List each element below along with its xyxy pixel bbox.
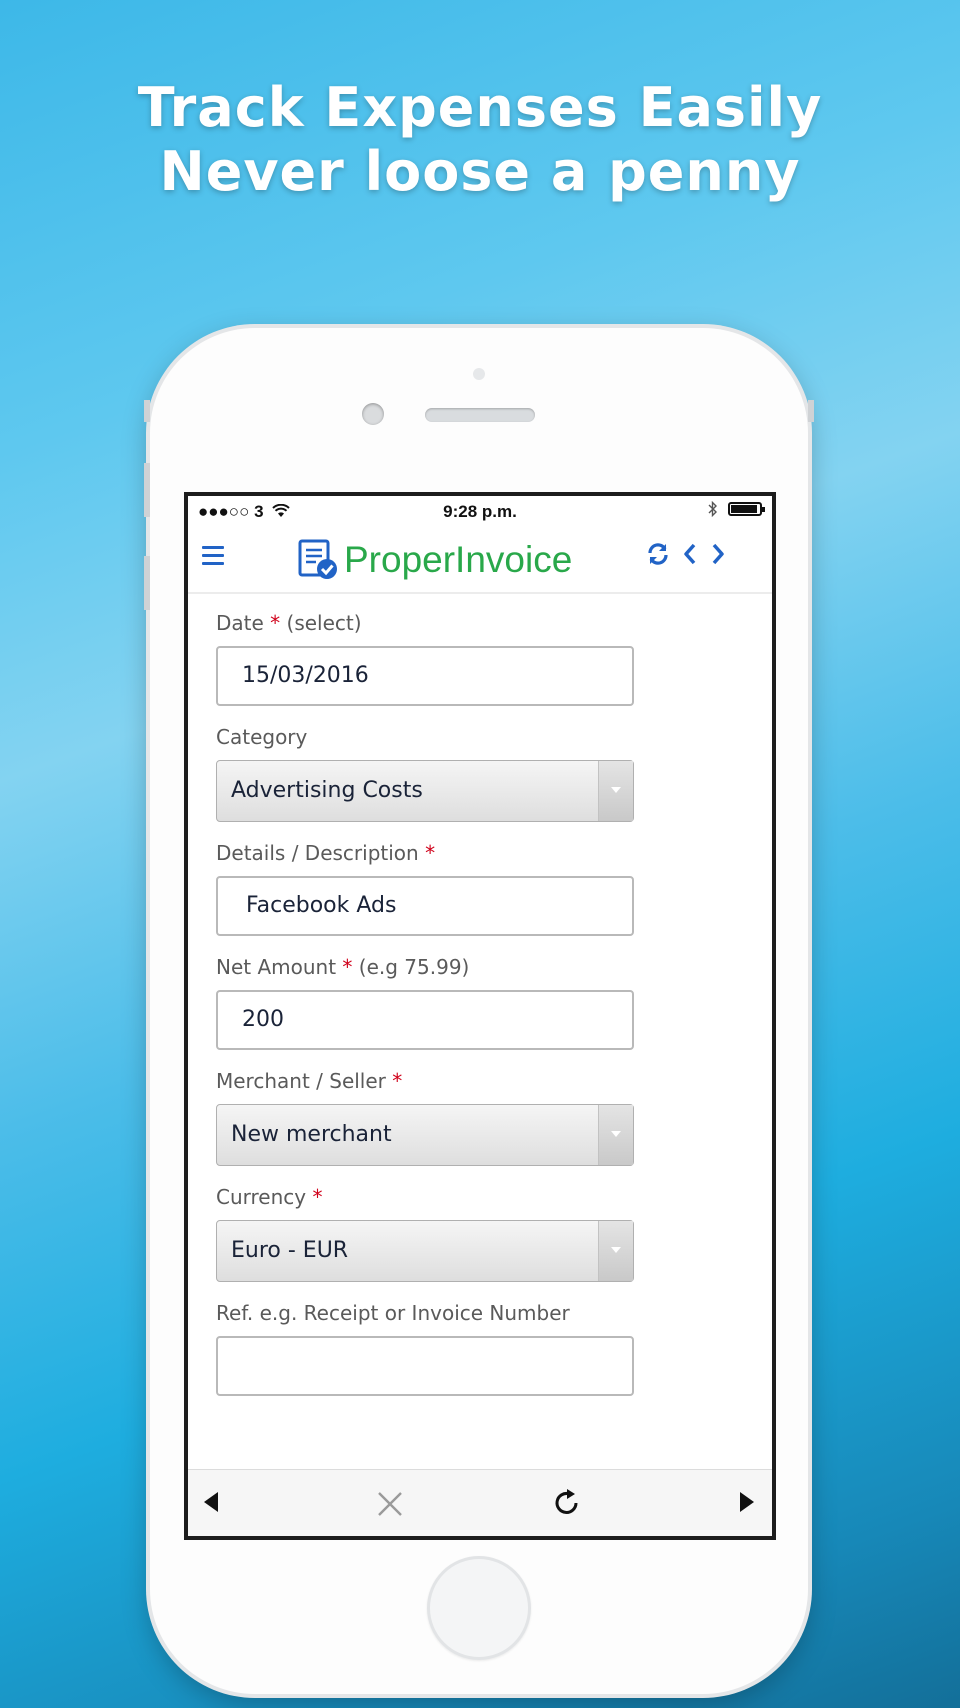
date-input[interactable]: 15/03/2016 — [216, 646, 634, 706]
browser-bottom-bar — [188, 1469, 772, 1536]
category-select[interactable]: Advertising Costs — [216, 760, 634, 822]
details-label: Details / Description * — [216, 841, 436, 865]
phone-home-button — [427, 1556, 531, 1660]
phone-camera — [362, 403, 384, 425]
net-amount-input[interactable]: 200 — [216, 990, 634, 1050]
phone-volume-up — [144, 463, 150, 517]
merchant-field: Merchant / Seller * New merchant — [216, 1068, 636, 1166]
bluetooth-icon — [708, 501, 717, 517]
promo-headline: Track Expenses Easily Never loose a penn… — [0, 76, 960, 204]
promo-line-1: Track Expenses Easily — [137, 76, 823, 139]
phone-side-button — [144, 400, 150, 422]
phone-power-button — [808, 400, 814, 422]
currency-label: Currency * — [216, 1185, 323, 1209]
app-logo: ProperInvoice — [296, 538, 572, 582]
phone-sensor — [473, 368, 485, 380]
status-bar: ●●●○○ 3 9:28 p.m. — [188, 496, 772, 526]
dropdown-arrow-icon[interactable] — [598, 1105, 633, 1165]
back-triangle-icon[interactable] — [202, 1490, 220, 1514]
dropdown-arrow-icon[interactable] — [598, 1221, 633, 1281]
expense-form: Date * (select) 15/03/2016 Category Adve… — [216, 610, 636, 1414]
hamburger-menu-icon[interactable] — [202, 546, 224, 566]
phone-screen: ●●●○○ 3 9:28 p.m. ProperInvoice Date * (… — [184, 492, 776, 1540]
chevron-left-icon[interactable] — [682, 542, 698, 566]
reference-field: Ref. e.g. Receipt or Invoice Number — [216, 1300, 636, 1396]
sync-icon[interactable] — [646, 542, 670, 566]
reload-icon[interactable] — [552, 1488, 582, 1518]
status-right — [708, 501, 765, 517]
merchant-selected-value: New merchant — [231, 1122, 392, 1147]
category-field: Category Advertising Costs — [216, 724, 636, 822]
chevron-right-icon[interactable] — [710, 542, 726, 566]
details-input[interactable]: Facebook Ads — [216, 876, 634, 936]
details-field: Details / Description * Facebook Ads — [216, 840, 636, 936]
phone-frame: ●●●○○ 3 9:28 p.m. ProperInvoice Date * (… — [144, 328, 814, 1694]
date-label: Date * (select) — [216, 611, 362, 635]
battery-icon — [728, 502, 765, 516]
category-label: Category — [216, 725, 308, 749]
reference-input[interactable] — [216, 1336, 634, 1396]
forward-triangle-icon[interactable] — [738, 1490, 756, 1514]
header-actions — [646, 542, 726, 566]
net-amount-field: Net Amount * (e.g 75.99) 200 — [216, 954, 636, 1050]
phone-speaker — [425, 408, 535, 422]
date-field: Date * (select) 15/03/2016 — [216, 610, 636, 706]
app-header: ProperInvoice — [188, 526, 772, 594]
net-amount-label: Net Amount * (e.g 75.99) — [216, 955, 470, 979]
currency-select[interactable]: Euro - EUR — [216, 1220, 634, 1282]
currency-field: Currency * Euro - EUR — [216, 1184, 636, 1282]
category-selected-value: Advertising Costs — [231, 778, 423, 803]
merchant-select[interactable]: New merchant — [216, 1104, 634, 1166]
phone-volume-down — [144, 556, 150, 610]
reference-label: Ref. e.g. Receipt or Invoice Number — [216, 1301, 570, 1325]
merchant-label: Merchant / Seller * — [216, 1069, 403, 1093]
dropdown-arrow-icon[interactable] — [598, 761, 633, 821]
currency-selected-value: Euro - EUR — [231, 1238, 349, 1263]
promo-line-2: Never loose a penny — [159, 140, 801, 203]
invoice-logo-icon — [298, 539, 337, 579]
status-time: 9:28 p.m. — [443, 502, 517, 521]
app-name: ProperInvoice — [344, 539, 573, 580]
close-icon[interactable] — [376, 1490, 404, 1518]
